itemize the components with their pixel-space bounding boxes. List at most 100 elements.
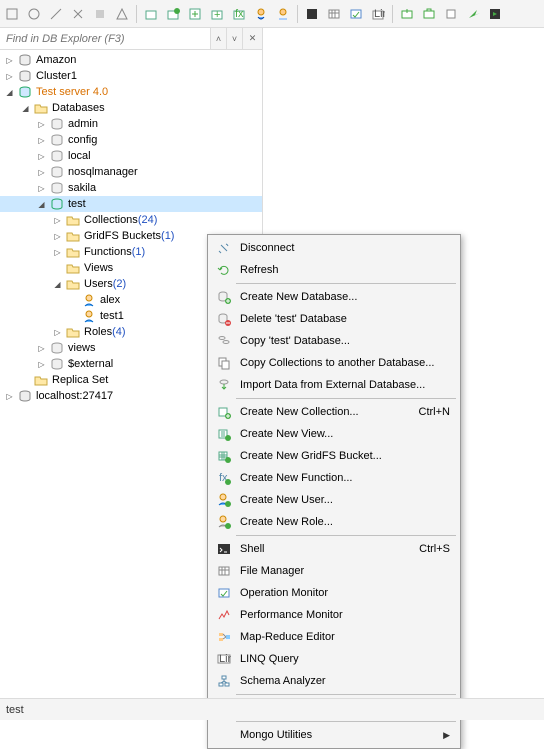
menu-copy-db[interactable]: Copy 'test' Database... (210, 330, 458, 352)
menu-mongo-utilities[interactable]: Mongo Utilities▶ (210, 724, 458, 746)
server-icon (17, 68, 33, 84)
folder-icon (33, 372, 49, 388)
menu-operation-monitor[interactable]: Operation Monitor (210, 582, 458, 604)
database-icon (49, 164, 65, 180)
context-menu: Disconnect Refresh Create New Database..… (207, 234, 461, 749)
db-delete-icon (214, 311, 234, 327)
status-text: test (6, 704, 24, 716)
toolbar-btn-10[interactable]: + (207, 4, 227, 24)
search-up-button[interactable]: ˄ (210, 28, 226, 49)
toolbar-btn-3[interactable] (46, 4, 66, 24)
file-manager-icon (214, 563, 234, 579)
tree-node-collections[interactable]: ▷Collections (24) (0, 212, 262, 228)
menu-delete-db[interactable]: Delete 'test' Database (210, 308, 458, 330)
expander-icon[interactable]: ▷ (36, 183, 47, 194)
toolbar-btn-2[interactable] (24, 4, 44, 24)
toolbar-btn-19[interactable] (419, 4, 439, 24)
menu-file-manager[interactable]: File Manager (210, 560, 458, 582)
toolbar-btn-17[interactable]: Linq (368, 4, 388, 24)
tree-node-databases[interactable]: ◢Databases (0, 100, 262, 116)
menu-create-view[interactable]: Create New View... (210, 423, 458, 445)
expander-icon[interactable]: ◢ (36, 199, 47, 210)
tree-node-sakila[interactable]: ▷sakila (0, 180, 262, 196)
search-row: ˄ ˅ ✕ (0, 28, 262, 50)
toolbar-btn-6[interactable] (112, 4, 132, 24)
menu-disconnect[interactable]: Disconnect (210, 237, 458, 259)
import-icon (214, 377, 234, 393)
menu-import-data[interactable]: Import Data from External Database... (210, 374, 458, 396)
toolbar-btn-16[interactable] (346, 4, 366, 24)
menu-performance-monitor[interactable]: Performance Monitor (210, 604, 458, 626)
server-active-icon (17, 84, 33, 100)
function-add-icon: fx (214, 470, 234, 486)
expander-icon[interactable]: ▷ (36, 359, 47, 370)
submenu-arrow-icon: ▶ (443, 730, 454, 741)
tree-node-test[interactable]: ◢test (0, 196, 262, 212)
toolbar-btn-18[interactable] (397, 4, 417, 24)
toolbar-btn-13[interactable] (273, 4, 293, 24)
expander-icon[interactable]: ▷ (36, 167, 47, 178)
expander-icon[interactable]: ▷ (52, 247, 63, 258)
svg-text:+: + (214, 9, 220, 21)
tree-node-config[interactable]: ▷config (0, 132, 262, 148)
menu-create-role[interactable]: Create New Role... (210, 511, 458, 533)
menu-create-collection[interactable]: Create New Collection...Ctrl+N (210, 401, 458, 423)
role-add-icon (214, 514, 234, 530)
menu-shell[interactable]: ShellCtrl+S (210, 538, 458, 560)
db-copy-icon (214, 333, 234, 349)
folder-icon (65, 324, 81, 340)
menu-create-db[interactable]: Create New Database... (210, 286, 458, 308)
menu-create-user[interactable]: Create New User... (210, 489, 458, 511)
database-icon (49, 356, 65, 372)
linq-icon: Linq (214, 651, 234, 667)
expander-icon[interactable]: ▷ (52, 231, 63, 242)
menu-refresh[interactable]: Refresh (210, 259, 458, 281)
expander-icon[interactable]: ▷ (36, 151, 47, 162)
expander-icon[interactable]: ▷ (4, 55, 15, 66)
menu-linq[interactable]: LinqLINQ Query (210, 648, 458, 670)
search-down-button[interactable]: ˅ (226, 28, 242, 49)
toolbar-btn-11[interactable]: fx (229, 4, 249, 24)
expander-icon[interactable]: ▷ (36, 343, 47, 354)
menu-create-gridfs[interactable]: Create New GridFS Bucket... (210, 445, 458, 467)
toolbar-btn-21[interactable] (463, 4, 483, 24)
toolbar-btn-15[interactable] (324, 4, 344, 24)
menu-map-reduce[interactable]: Map-Reduce Editor (210, 626, 458, 648)
toolbar-btn-8[interactable] (163, 4, 183, 24)
tree-node-local[interactable]: ▷local (0, 148, 262, 164)
expander-icon[interactable]: ▷ (36, 119, 47, 130)
tree-node-nosqlmanager[interactable]: ▷nosqlmanager (0, 164, 262, 180)
expander-icon[interactable]: ▷ (52, 215, 63, 226)
toolbar-btn-14[interactable] (302, 4, 322, 24)
toolbar-btn-4[interactable] (68, 4, 88, 24)
expander-icon[interactable]: ▷ (4, 71, 15, 82)
expander-icon[interactable]: ◢ (52, 279, 63, 290)
toolbar-btn-7[interactable] (141, 4, 161, 24)
toolbar-btn-9[interactable] (185, 4, 205, 24)
toolbar-btn-5[interactable] (90, 4, 110, 24)
search-close-button[interactable]: ✕ (242, 28, 262, 49)
expander-icon[interactable]: ▷ (52, 327, 63, 338)
toolbar-btn-22[interactable] (485, 4, 505, 24)
expander-icon[interactable]: ▷ (36, 135, 47, 146)
search-input[interactable] (0, 28, 210, 49)
user-icon (81, 292, 97, 308)
toolbar-btn-20[interactable] (441, 4, 461, 24)
expander-icon[interactable]: ◢ (4, 87, 15, 98)
tree-node-test-server[interactable]: ◢Test server 4.0 (0, 84, 262, 100)
copy-collections-icon (214, 355, 234, 371)
tree-node-cluster1[interactable]: ▷Cluster1 (0, 68, 262, 84)
expander-icon[interactable]: ◢ (20, 103, 31, 114)
tree-node-amazon[interactable]: ▷Amazon (0, 52, 262, 68)
tree-node-admin[interactable]: ▷admin (0, 116, 262, 132)
disconnect-icon (214, 240, 234, 256)
toolbar-btn-1[interactable] (2, 4, 22, 24)
menu-schema-analyzer[interactable]: Schema Analyzer (210, 670, 458, 692)
user-add-icon (214, 492, 234, 508)
database-icon (49, 116, 65, 132)
menu-create-function[interactable]: fxCreate New Function... (210, 467, 458, 489)
menu-copy-collections[interactable]: Copy Collections to another Database... (210, 352, 458, 374)
expander-icon[interactable]: ▷ (4, 391, 15, 402)
server-icon (17, 388, 33, 404)
toolbar-btn-12[interactable] (251, 4, 271, 24)
